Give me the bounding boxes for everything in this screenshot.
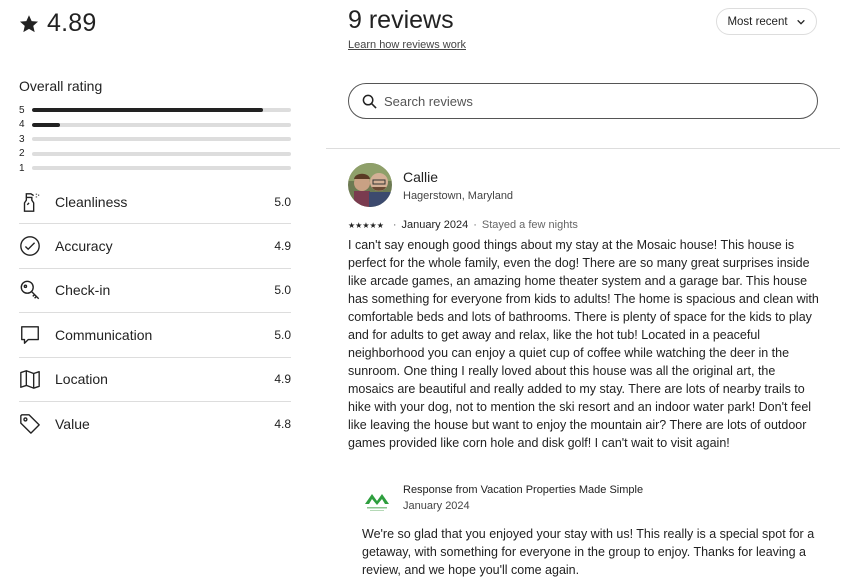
rating-bar-fill: [32, 122, 61, 127]
response-date: January 2024: [403, 500, 470, 512]
search-input[interactable]: [384, 93, 784, 109]
rating-bar-3: 3: [19, 132, 291, 147]
category-ratings: Cleanliness 5.0 Accuracy 4.9 Check-in 5.…: [19, 180, 291, 446]
reviewer-name: Callie: [403, 168, 439, 185]
overall-rating-title: Overall rating: [19, 78, 103, 94]
category-name: Communication: [55, 326, 153, 343]
category-value: 5.0: [274, 283, 291, 298]
category-location: Location 4.9: [19, 358, 291, 402]
separator-dot: ·: [392, 219, 397, 231]
rating-bar-label: 4: [19, 119, 25, 131]
category-value: 4.8: [274, 417, 291, 432]
sort-dropdown-button[interactable]: Most recent: [716, 8, 817, 35]
search-reviews-box[interactable]: [348, 83, 818, 119]
check-circle-icon: [19, 235, 41, 257]
category-name: Check-in: [55, 282, 111, 299]
rating-bar-4: 4: [19, 118, 291, 133]
category-name: Location: [55, 371, 108, 388]
rating-bar-track: [32, 137, 291, 142]
score-value: 4.89: [47, 9, 97, 37]
rating-bar-label: 5: [19, 104, 25, 116]
separator-dot: ·: [473, 219, 477, 231]
category-value: Value 4.8: [19, 402, 291, 446]
reviewer-header: Callie Hagerstown, Maryland: [348, 163, 513, 207]
category-cleanliness: Cleanliness 5.0: [19, 180, 291, 225]
review-date: January 2024: [401, 219, 469, 231]
rating-bar-track: [32, 151, 291, 156]
rating-bar-fill: [32, 108, 263, 113]
category-name: Cleanliness: [55, 193, 128, 210]
rating-bar-track: [32, 108, 291, 113]
search-icon: [362, 94, 377, 109]
response-info: Response from Vacation Properties Made S…: [403, 484, 643, 512]
map-icon: [19, 368, 41, 390]
chat-bubble-icon: [19, 324, 41, 346]
stay-length: Stayed a few nights: [481, 219, 578, 231]
rating-bar-2: 2: [19, 147, 291, 162]
category-accuracy: Accuracy 4.9: [19, 224, 291, 269]
review-stars: ★★★★★: [348, 220, 384, 230]
rating-bar-5: 5: [19, 103, 291, 118]
category-value: 5.0: [274, 327, 291, 342]
reviewer-location: Hagerstown, Maryland: [403, 189, 514, 202]
reviews-count-title: 9 reviews: [348, 6, 454, 34]
rating-bar-label: 1: [19, 162, 25, 174]
rating-bar-track: [32, 166, 291, 171]
category-value: 4.9: [274, 372, 291, 387]
learn-how-reviews-work-link[interactable]: Learn how reviews work: [348, 39, 466, 51]
sort-label: Most recent: [727, 15, 788, 28]
response-text: We're so glad that you enjoyed your stay…: [362, 527, 815, 577]
category-communication: Communication 5.0: [19, 313, 291, 358]
category-check-in: Check-in 5.0: [19, 269, 291, 314]
category-value: 4.9: [274, 239, 291, 254]
section-divider: [326, 148, 840, 149]
spray-bottle-icon: [19, 191, 41, 213]
category-value: 5.0: [274, 194, 291, 209]
rating-bar-label: 2: [19, 148, 25, 160]
category-name: Accuracy: [55, 238, 113, 255]
rating-bar-label: 3: [19, 133, 25, 145]
response-header: Response from Vacation Properties Made S…: [362, 484, 827, 516]
rating-distribution: 5 4 3 2 1: [19, 103, 291, 176]
avatar[interactable]: [348, 163, 392, 207]
category-name: Value: [55, 416, 90, 433]
host-response: Response from Vacation Properties Made S…: [362, 484, 827, 579]
review-text: I can't say enough good things about my …: [348, 238, 819, 450]
host-logo: [365, 494, 389, 511]
overall-score: 4.89: [19, 9, 96, 38]
reviewer-info: Callie Hagerstown, Maryland: [403, 169, 513, 202]
review-meta: ★★★★★ · January 2024 · Stayed a few nigh…: [348, 219, 578, 231]
chevron-down-icon: [796, 19, 805, 25]
tag-icon: [19, 413, 41, 435]
star-icon: [20, 14, 38, 32]
rating-bar-track: [32, 122, 291, 127]
rating-bar-1: 1: [19, 161, 291, 176]
key-icon: [19, 279, 41, 301]
response-from: Response from Vacation Properties Made S…: [403, 484, 644, 496]
